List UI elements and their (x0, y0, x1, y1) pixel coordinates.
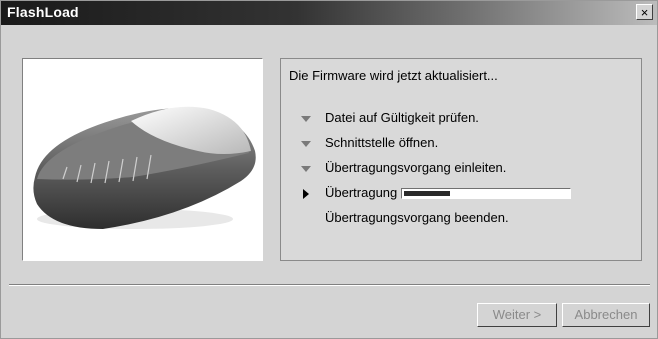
title-bar: FlashLoad × (1, 1, 657, 25)
close-icon: × (640, 5, 649, 20)
device-image-panel (22, 58, 263, 261)
close-button[interactable]: × (636, 4, 653, 20)
next-button[interactable]: Weiter > (477, 303, 557, 327)
triangle-down-icon (301, 164, 311, 174)
divider (9, 284, 650, 286)
status-panel: Die Firmware wird jetzt aktualisiert... … (280, 58, 642, 261)
step-label: Übertragung (325, 185, 398, 200)
step-label: Datei auf Gültigkeit prüfen. (325, 110, 479, 125)
progress-fill (404, 191, 450, 196)
cancel-button[interactable]: Abbrechen (562, 303, 650, 327)
status-header: Die Firmware wird jetzt aktualisiert... (289, 68, 498, 83)
triangle-right-icon (301, 189, 311, 199)
flashload-dialog: FlashLoad × Die Firmware wird jetzt aktu… (0, 0, 658, 339)
step-label: Übertragungsvorgang einleiten. (325, 160, 507, 175)
step-label: Schnittstelle öffnen. (325, 135, 439, 150)
step-label: Übertragungsvorgang beenden. (325, 210, 509, 225)
transfer-progress-bar (401, 188, 571, 199)
triangle-down-icon (301, 114, 311, 124)
window-title: FlashLoad (7, 4, 79, 20)
triangle-down-icon (301, 139, 311, 149)
router-image (33, 106, 256, 229)
